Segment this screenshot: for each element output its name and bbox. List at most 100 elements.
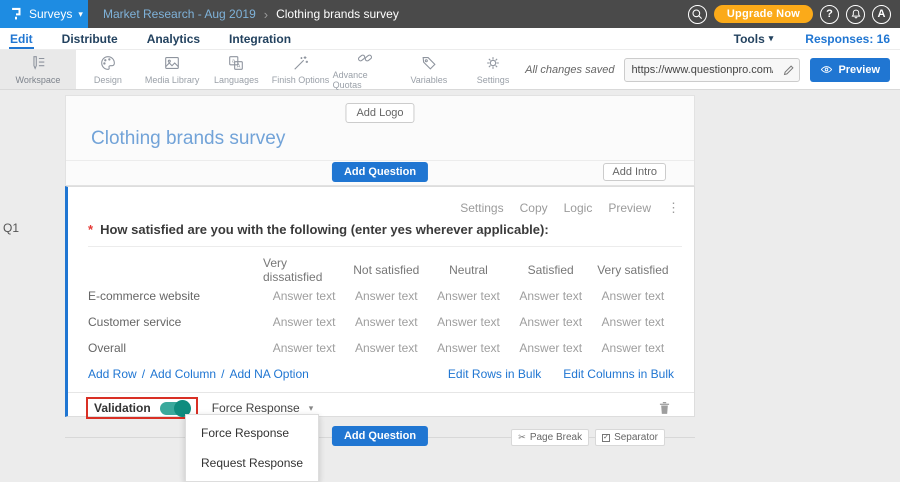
survey-title-section: Add Logo Clothing brands survey: [66, 96, 694, 160]
matrix-column-header[interactable]: Neutral: [427, 257, 509, 283]
matrix-cell[interactable]: Answer text: [345, 309, 427, 335]
matrix-row-label[interactable]: Overall: [88, 335, 263, 361]
topbar-actions: Upgrade Now ? A: [688, 5, 900, 24]
breadcrumb-folder[interactable]: Market Research - Aug 2019: [103, 7, 256, 21]
search-button[interactable]: [688, 5, 707, 24]
add-question-button-bottom[interactable]: Add Question: [332, 426, 428, 446]
matrix-cell[interactable]: Answer text: [592, 309, 674, 335]
toolbar-item-languages[interactable]: aA Languages: [204, 50, 268, 89]
toolbar-item-settings[interactable]: Settings: [461, 50, 525, 89]
toolbar-item-workspace[interactable]: Workspace: [0, 50, 76, 89]
toolbar-item-design[interactable]: Design: [76, 50, 140, 89]
survey-title[interactable]: Clothing brands survey: [91, 128, 285, 150]
tag-icon: [420, 54, 438, 72]
matrix-column-header[interactable]: Satisfied: [510, 257, 592, 283]
matrix-cell[interactable]: Answer text: [592, 283, 674, 309]
preview-button[interactable]: Preview: [810, 58, 890, 82]
tab-edit[interactable]: Edit: [9, 28, 34, 49]
product-menu[interactable]: Surveys ▾: [0, 0, 88, 28]
question-text[interactable]: How satisfied are you with the following…: [100, 222, 549, 237]
tab-analytics[interactable]: Analytics: [146, 28, 201, 49]
matrix-cell[interactable]: Answer text: [510, 335, 592, 361]
upgrade-now-button[interactable]: Upgrade Now: [714, 5, 813, 23]
add-question-strip: Add Question Add Intro: [66, 160, 694, 185]
add-na-option-link[interactable]: Add NA Option: [229, 367, 308, 381]
validation-label: Validation: [94, 401, 151, 415]
breadcrumb-separator-icon: ›: [264, 7, 268, 22]
toolbar-item-finish-options[interactable]: Finish Options: [268, 50, 332, 89]
edit-rows-in-bulk-link[interactable]: Edit Rows in Bulk: [448, 367, 541, 381]
question-preview-link[interactable]: Preview: [608, 201, 651, 215]
toolbar-item-media-library[interactable]: Media Library: [140, 50, 204, 89]
delete-question-button[interactable]: [657, 400, 672, 416]
edit-url-button[interactable]: [779, 59, 799, 81]
tools-menu[interactable]: Tools ▾: [734, 32, 774, 46]
add-logo-button[interactable]: Add Logo: [345, 103, 414, 123]
question-divider: [88, 246, 682, 247]
toolbar-item-advance-quotas[interactable]: Advance Quotas: [333, 50, 397, 89]
scissors-icon: ✂: [518, 432, 526, 443]
add-column-link[interactable]: Add Column: [150, 367, 216, 381]
pencil-icon: [783, 64, 795, 76]
question-actions: Settings Copy Logic Preview ⋮: [460, 200, 680, 216]
question-text-row: * How satisfied are you with the followi…: [88, 222, 674, 237]
menu-item-request-response[interactable]: Request Response: [186, 448, 318, 478]
responses-link[interactable]: Responses: 16: [805, 32, 890, 46]
matrix-cell[interactable]: Answer text: [345, 335, 427, 361]
matrix-column-header[interactable]: Not satisfied: [345, 257, 427, 283]
menu-item-force-response[interactable]: Force Response: [186, 418, 318, 448]
add-intro-button[interactable]: Add Intro: [603, 163, 666, 181]
toolbar-item-label: Finish Options: [272, 75, 330, 85]
question-settings-link[interactable]: Settings: [460, 201, 503, 215]
validation-type-value: Force Response: [212, 401, 300, 415]
avatar[interactable]: A: [872, 5, 891, 24]
validation-type-menu: Force Response Request Response: [185, 414, 319, 482]
separator-toggle[interactable]: ✓ Separator: [595, 429, 665, 446]
matrix-column-header[interactable]: Very satisfied: [592, 257, 674, 283]
share-url-input[interactable]: [625, 64, 779, 76]
matrix-cell[interactable]: Answer text: [427, 309, 509, 335]
matrix-row-label[interactable]: E-commerce website: [88, 283, 263, 309]
matrix-cell[interactable]: Answer text: [263, 283, 345, 309]
validation-type-dropdown[interactable]: Force Response ▾: [212, 401, 314, 415]
add-question-button-top[interactable]: Add Question: [332, 162, 428, 182]
top-bar: Surveys ▾ Market Research - Aug 2019 › C…: [0, 0, 900, 28]
link-separator: /: [142, 367, 145, 381]
tab-distribute[interactable]: Distribute: [61, 28, 119, 49]
matrix-cell[interactable]: Answer text: [263, 335, 345, 361]
notifications-button[interactable]: [846, 5, 865, 24]
eye-icon: [820, 63, 833, 76]
matrix-cell[interactable]: Answer text: [345, 283, 427, 309]
footer-chips: ✂ Page Break ✓ Separator: [511, 429, 665, 446]
share-url-box: [624, 58, 800, 82]
help-button[interactable]: ?: [820, 5, 839, 24]
save-status: All changes saved: [525, 64, 614, 76]
breadcrumb-current: Clothing brands survey: [276, 7, 399, 21]
kebab-menu-icon[interactable]: ⋮: [667, 200, 680, 216]
matrix-row-label[interactable]: Customer service: [88, 309, 263, 335]
edit-columns-in-bulk-link[interactable]: Edit Columns in Bulk: [563, 367, 674, 381]
matrix-cell[interactable]: Answer text: [263, 309, 345, 335]
matrix-cell[interactable]: Answer text: [510, 283, 592, 309]
caret-down-icon: ▾: [769, 34, 774, 43]
question-copy-link[interactable]: Copy: [520, 201, 548, 215]
toolbar-item-label: Variables: [410, 75, 447, 85]
matrix-cell[interactable]: Answer text: [427, 283, 509, 309]
question-number-label: Q1: [3, 221, 19, 235]
matrix-column-header[interactable]: Very dissatisfied: [263, 257, 345, 283]
card-footer: Add Question ✂ Page Break ✓ Separator: [65, 415, 695, 456]
add-row-link[interactable]: Add Row: [88, 367, 137, 381]
page-break-button[interactable]: ✂ Page Break: [511, 429, 589, 446]
toolbar-item-label: Workspace: [15, 75, 60, 85]
tab-integration[interactable]: Integration: [228, 28, 292, 49]
matrix-cell[interactable]: Answer text: [427, 335, 509, 361]
matrix-cell[interactable]: Answer text: [510, 309, 592, 335]
svg-text:a: a: [232, 59, 235, 65]
question-logic-link[interactable]: Logic: [564, 201, 593, 215]
breadcrumb: Market Research - Aug 2019 › Clothing br…: [103, 7, 399, 22]
bell-icon: [850, 8, 862, 20]
toolbar-item-variables[interactable]: Variables: [397, 50, 461, 89]
matrix-corner: [88, 257, 263, 283]
validation-toggle[interactable]: [160, 402, 190, 415]
matrix-cell[interactable]: Answer text: [592, 335, 674, 361]
